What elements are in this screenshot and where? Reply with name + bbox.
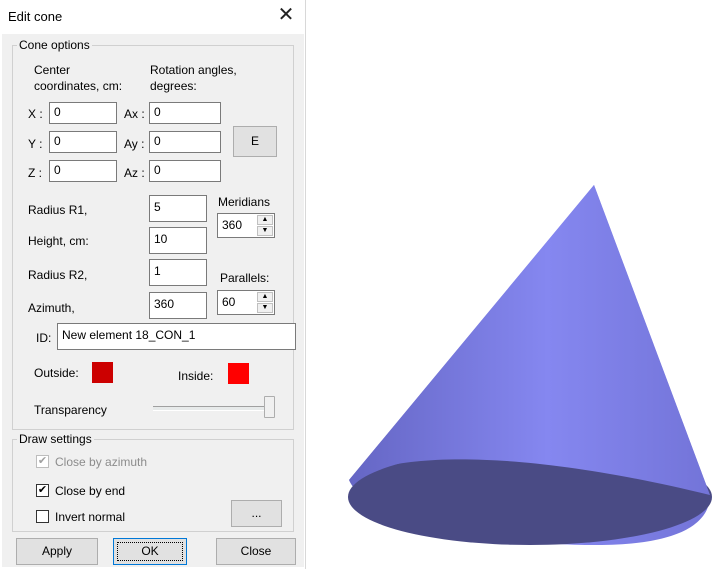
radius-r2-input[interactable]: 1 xyxy=(149,259,207,286)
transparency-label: Transparency xyxy=(34,403,107,417)
parallels-up-icon[interactable]: ▲ xyxy=(257,292,273,302)
parallels-label: Parallels: xyxy=(220,271,270,285)
parallels-spin-buttons: ▲ ▼ xyxy=(257,292,273,313)
rotation-label-line2: degrees: xyxy=(150,79,197,93)
radius-r1-label: Radius R1, xyxy=(28,203,88,217)
x-input[interactable]: 0 xyxy=(49,102,117,124)
close-by-azimuth-label: Close by azimuth xyxy=(55,455,148,469)
title-bar: Edit cone ✕ xyxy=(0,0,306,33)
az-label: Az : xyxy=(124,166,145,180)
cone-preview-svg xyxy=(348,185,712,545)
outside-color-swatch[interactable] xyxy=(92,362,113,383)
radius-r2-label: Radius R2, xyxy=(28,268,88,282)
z-label: Z : xyxy=(28,166,42,180)
outside-label: Outside: xyxy=(34,366,79,380)
ax-label: Ax : xyxy=(124,107,145,121)
center-label-line2: coordinates, cm: xyxy=(34,79,123,93)
parallels-down-icon[interactable]: ▼ xyxy=(257,303,273,313)
az-input[interactable]: 0 xyxy=(149,160,221,182)
window-title: Edit cone xyxy=(8,9,63,24)
azimuth-input[interactable]: 360 xyxy=(149,292,207,319)
parallels-value: 60 xyxy=(222,295,236,309)
close-button[interactable]: Close xyxy=(216,538,296,565)
radius-r1-input[interactable]: 5 xyxy=(149,195,207,222)
close-by-end-checkbox[interactable]: ✔ xyxy=(36,484,49,497)
close-by-azimuth-checkbox[interactable]: ✔ xyxy=(36,455,49,468)
more-options-button[interactable]: ... xyxy=(231,500,282,527)
meridians-spinner[interactable]: 360 ▲ ▼ xyxy=(217,213,275,238)
meridians-up-icon[interactable]: ▲ xyxy=(257,215,273,225)
meridians-value: 360 xyxy=(222,218,243,232)
close-icon[interactable]: ✕ xyxy=(275,3,297,27)
inside-color-swatch[interactable] xyxy=(228,363,249,384)
parallels-spinner[interactable]: 60 ▲ ▼ xyxy=(217,290,275,315)
id-label: ID: xyxy=(36,331,52,345)
cone-options-legend: Cone options xyxy=(17,38,92,52)
rotation-label-line1: Rotation angles, xyxy=(150,63,237,77)
meridians-spin-buttons: ▲ ▼ xyxy=(257,215,273,236)
x-label: X : xyxy=(28,107,43,121)
height-input[interactable]: 10 xyxy=(149,227,207,254)
height-label: Height, cm: xyxy=(28,234,89,248)
meridians-label: Meridians xyxy=(218,195,271,209)
apply-button[interactable]: Apply xyxy=(16,538,98,565)
close-by-end-label: Close by end xyxy=(55,484,126,498)
id-input[interactable]: New element 18_CON_1 xyxy=(57,323,296,350)
z-input[interactable]: 0 xyxy=(49,160,117,182)
edit-cone-dialog: Edit cone ✕ Cone options Center coordina… xyxy=(0,0,306,569)
draw-settings-legend: Draw settings xyxy=(17,432,94,446)
transparency-slider-thumb[interactable] xyxy=(264,396,275,418)
ax-input[interactable]: 0 xyxy=(149,102,221,124)
ok-button-label: OK xyxy=(141,544,159,558)
meridians-down-icon[interactable]: ▼ xyxy=(257,226,273,236)
azimuth-label: Azimuth, xyxy=(28,301,75,315)
ok-button[interactable]: OK xyxy=(113,538,187,565)
e-button[interactable]: E xyxy=(233,126,277,157)
inside-label: Inside: xyxy=(178,369,214,383)
ay-input[interactable]: 0 xyxy=(149,131,221,153)
invert-normal-checkbox[interactable] xyxy=(36,510,49,523)
cone-side-front xyxy=(349,185,710,495)
invert-normal-label: Invert normal xyxy=(55,510,126,524)
cone-preview-viewport[interactable] xyxy=(306,0,713,569)
center-label-line1: Center xyxy=(34,63,71,77)
y-input[interactable]: 0 xyxy=(49,131,117,153)
ay-label: Ay : xyxy=(124,137,145,151)
transparency-slider-track[interactable] xyxy=(153,406,271,411)
y-label: Y : xyxy=(28,137,43,151)
